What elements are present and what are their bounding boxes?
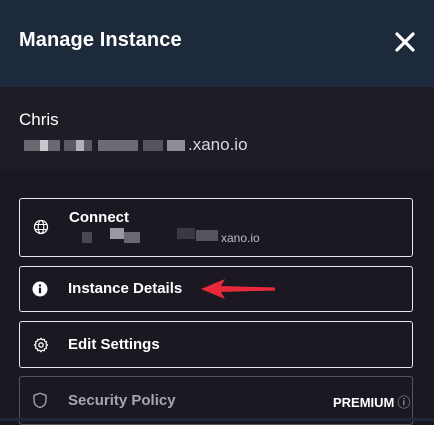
redacted-block <box>196 230 218 241</box>
instance-details-label: Instance Details <box>68 280 183 297</box>
close-icon <box>395 32 415 52</box>
redacted-block <box>76 140 84 151</box>
shield-icon <box>33 392 47 409</box>
globe-icon <box>33 219 49 235</box>
close-button[interactable] <box>391 28 419 56</box>
domain-suffix: .xano.io <box>188 135 248 154</box>
account-info: Chris .xano.io <box>0 87 434 170</box>
redacted-block <box>40 140 48 151</box>
edit-settings-option[interactable]: Edit Settings <box>19 321 413 368</box>
info-icon <box>32 281 48 297</box>
security-policy-label: Security Policy <box>68 392 176 409</box>
user-name: Chris <box>19 110 59 129</box>
info-circle-icon: ⓘ <box>397 395 411 410</box>
premium-badge: PREMIUM ⓘ <box>333 392 410 411</box>
connect-domain-suffix: xano.io <box>221 231 260 245</box>
redacted-block <box>110 228 124 239</box>
redacted-block <box>82 232 92 243</box>
redacted-block <box>98 140 138 151</box>
redacted-block <box>167 140 185 151</box>
premium-badge-label: PREMIUM <box>333 395 395 410</box>
gear-icon <box>33 337 49 353</box>
annotation-arrow-icon <box>201 279 275 299</box>
connect-domain: xano.io <box>82 223 292 245</box>
redacted-block <box>143 140 163 151</box>
connect-option[interactable]: Connect xano.io <box>19 198 413 257</box>
redacted-block <box>177 228 195 239</box>
redacted-block <box>124 232 140 243</box>
edit-settings-label: Edit Settings <box>68 336 160 353</box>
modal-title: Manage Instance <box>19 29 182 51</box>
instance-domain: .xano.io <box>24 134 284 156</box>
modal-header: Manage Instance <box>0 0 434 87</box>
